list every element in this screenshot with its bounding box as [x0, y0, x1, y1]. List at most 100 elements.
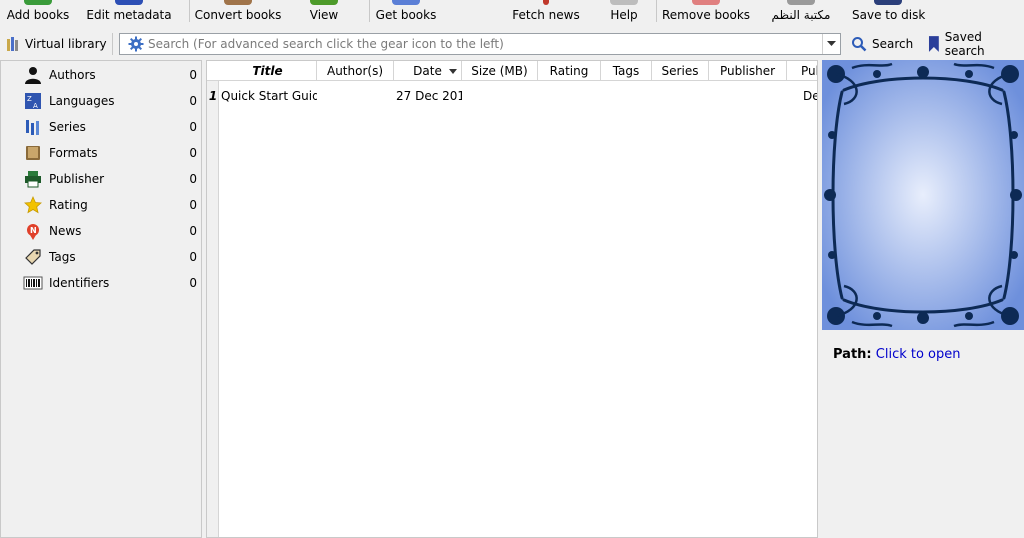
cell-date: 27 Dec 2018 [396, 89, 462, 103]
virtual-library-icon [7, 37, 18, 51]
remove-books-button[interactable]: Remove books [662, 0, 750, 30]
category-identifiers[interactable]: Identifiers 0 [23, 272, 201, 294]
table-row[interactable]: 1 Quick Start Guide 27 Dec 2018 De [207, 85, 818, 107]
add-books-icon [24, 0, 52, 5]
virtual-library-button[interactable]: Virtual library [6, 35, 107, 53]
get-books-label: Get books [375, 8, 437, 22]
printer-icon [23, 169, 43, 189]
virtual-library-label: Virtual library [25, 37, 107, 51]
convert-books-label: Convert books [194, 8, 282, 22]
column-header-tags[interactable]: Tags [601, 61, 652, 81]
book-list: Title Author(s) Date Size (MB) Rating Ta… [206, 60, 818, 538]
category-rating[interactable]: Rating 0 [23, 194, 201, 216]
column-header-authors[interactable]: Author(s) [317, 61, 394, 81]
column-header-publisher[interactable]: Publisher [709, 61, 787, 81]
column-header-rating[interactable]: Rating [538, 61, 601, 81]
cell-title: Quick Start Guide [221, 89, 317, 103]
fetch-news-label: Fetch news [512, 8, 580, 22]
book-cover-image[interactable] [822, 60, 1024, 330]
save-to-disk-icon [874, 0, 902, 5]
search-icon [852, 37, 867, 52]
column-header-pub[interactable]: Pub [787, 61, 817, 81]
svg-text:N: N [30, 226, 37, 235]
toolbar-separator [656, 0, 657, 22]
category-label: News [49, 224, 82, 238]
barcode-icon [23, 273, 43, 293]
chevron-down-icon [827, 41, 836, 46]
category-count: 0 [189, 94, 197, 108]
view-icon [310, 0, 338, 5]
convert-books-icon [224, 0, 252, 5]
remove-books-icon [692, 0, 720, 5]
category-label: Authors [49, 68, 96, 82]
book-details-panel: Path: Click to open [818, 60, 1024, 538]
category-label: Formats [49, 146, 98, 160]
search-box [119, 33, 841, 55]
category-languages[interactable]: ZA Languages 0 [23, 90, 201, 112]
library-button[interactable]: مكتبة النظم [766, 0, 836, 30]
star-icon [23, 195, 43, 215]
category-series[interactable]: Series 0 [23, 116, 201, 138]
series-icon [23, 117, 43, 137]
add-books-label: Add books [6, 8, 70, 22]
category-formats[interactable]: Formats 0 [23, 142, 201, 164]
toolbar-separator [189, 0, 190, 22]
category-count: 0 [189, 224, 197, 238]
saved-search-label: Saved search [944, 30, 985, 58]
search-history-dropdown[interactable] [822, 34, 840, 54]
category-count: 0 [189, 68, 197, 82]
tag-icon [23, 247, 43, 267]
row-number: 1 [208, 89, 218, 103]
category-label: Tags [49, 250, 76, 264]
add-books-button[interactable]: Add books [2, 0, 74, 30]
column-header-size[interactable]: Size (MB) [462, 61, 538, 81]
column-header-date-label: Date [413, 64, 442, 78]
category-count: 0 [189, 146, 197, 160]
category-news[interactable]: N News 0 [23, 220, 201, 242]
category-label: Rating [49, 198, 88, 212]
fetch-news-button[interactable]: Fetch news [510, 0, 582, 30]
column-header-title[interactable]: Title [207, 61, 317, 81]
svg-text:Z: Z [27, 95, 32, 103]
convert-books-button[interactable]: Convert books [194, 0, 282, 30]
library-icon [787, 0, 815, 5]
get-books-button[interactable]: Get books [374, 0, 438, 30]
column-header-date[interactable]: Date [394, 61, 462, 81]
column-header-row: Title Author(s) Date Size (MB) Rating Ta… [207, 61, 817, 81]
category-count: 0 [189, 276, 197, 290]
calibre-window: Add books Edit metadata Convert books Vi… [0, 0, 1024, 538]
save-to-disk-button[interactable]: Save to disk [852, 0, 926, 30]
tag-browser: Authors 0 ZA Languages 0 Series 0 Format… [0, 60, 202, 538]
fetch-news-icon [543, 0, 549, 5]
view-label: View [309, 8, 339, 22]
edit-metadata-label: Edit metadata [86, 8, 172, 22]
search-button-label: Search [872, 37, 914, 51]
column-header-series[interactable]: Series [652, 61, 709, 81]
main-toolbar: Add books Edit metadata Convert books Vi… [0, 0, 1024, 30]
path-open-link[interactable]: Click to open [876, 347, 961, 362]
save-to-disk-label: Save to disk [852, 8, 926, 22]
person-icon [23, 65, 43, 85]
view-button[interactable]: View [302, 0, 346, 30]
cell-pub: De [803, 89, 818, 103]
search-bar-row: Virtual library Search (For advanced sea… [0, 30, 1024, 58]
search-input[interactable] [148, 37, 822, 51]
category-authors[interactable]: Authors 0 [23, 64, 201, 86]
toolbar-separator [369, 0, 370, 22]
category-count: 0 [189, 250, 197, 264]
help-button[interactable]: Help [604, 0, 644, 30]
row-number-gutter [207, 81, 219, 537]
category-label: Publisher [49, 172, 105, 186]
help-label: Help [610, 8, 638, 22]
category-tags[interactable]: Tags 0 [23, 246, 201, 268]
gear-icon[interactable] [128, 36, 144, 52]
category-count: 0 [189, 120, 197, 134]
help-icon [610, 0, 638, 5]
edit-metadata-button[interactable]: Edit metadata [86, 0, 172, 30]
search-button[interactable]: Search [851, 35, 913, 53]
sort-down-icon [449, 69, 457, 74]
saved-search-button[interactable]: Saved search [928, 30, 1024, 58]
category-publisher[interactable]: Publisher 0 [23, 168, 201, 190]
category-count: 0 [189, 198, 197, 212]
book-icon [23, 143, 43, 163]
